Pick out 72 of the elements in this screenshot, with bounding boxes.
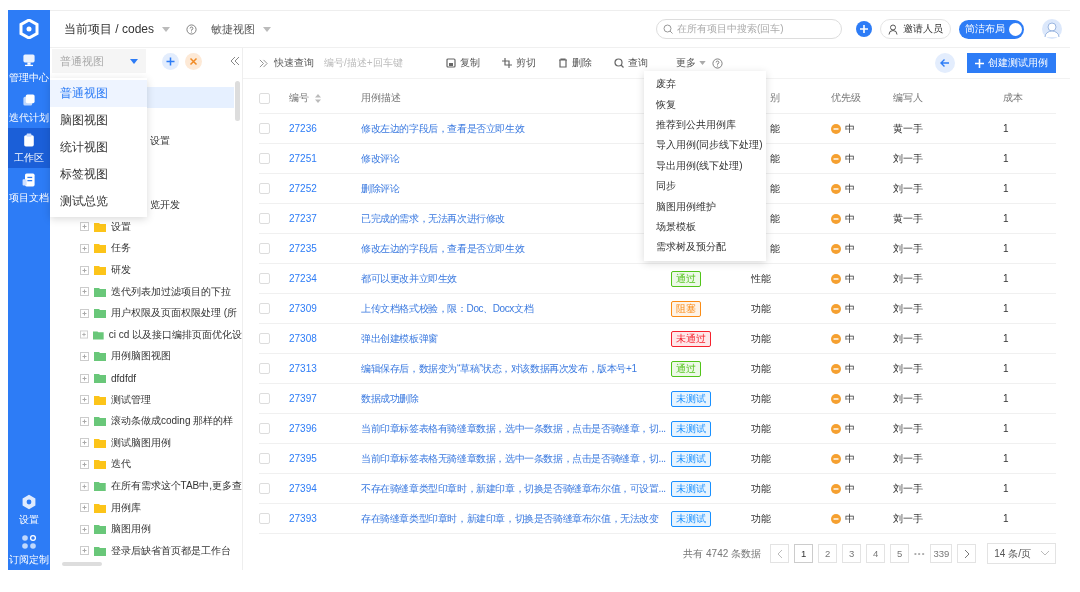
status-tag: 通过 bbox=[671, 270, 701, 287]
table-cell: 刘一手 bbox=[893, 451, 923, 466]
table-cell: 功能 bbox=[751, 361, 771, 376]
table-cell: 性能 bbox=[751, 271, 771, 286]
table-cell: 刘一手 bbox=[893, 511, 923, 526]
table-cell: 刘一手 bbox=[893, 151, 923, 166]
table-cell: 1 bbox=[1003, 393, 1009, 404]
table-cell: 刘一手 bbox=[893, 391, 923, 406]
quick-query-label: 快速查询 bbox=[274, 56, 314, 70]
table-cell: 中 bbox=[845, 511, 855, 526]
table-cell-text: 能 bbox=[769, 241, 780, 256]
table-cell: 1 bbox=[1003, 213, 1009, 224]
table-cell: 功能 bbox=[751, 331, 771, 346]
table-cell: 功能 bbox=[751, 301, 771, 316]
table-cell: 中 bbox=[845, 271, 855, 286]
table-cell: 刘一手 bbox=[893, 481, 923, 496]
table-cell: 中 bbox=[845, 421, 855, 436]
table-cell: 1 bbox=[1003, 123, 1009, 134]
table-cell: 1 bbox=[1003, 483, 1009, 494]
table-cell: 功能 bbox=[751, 421, 771, 436]
table-cell: 中 bbox=[845, 151, 855, 166]
table-cell: 刘一手 bbox=[893, 421, 923, 436]
table-cell: 中 bbox=[845, 331, 855, 346]
table-cell-text: 能 bbox=[769, 151, 780, 166]
table-cell: 刘一手 bbox=[893, 331, 923, 346]
table-cell: 1 bbox=[1003, 243, 1009, 254]
table-cell: 中 bbox=[845, 481, 855, 496]
table-cell-text: 能 bbox=[769, 181, 780, 196]
table-cell: 1 bbox=[1003, 153, 1009, 164]
table-cell: 刘一手 bbox=[893, 181, 923, 196]
column-header: 优先级 bbox=[831, 91, 861, 105]
table-cell: 1 bbox=[1003, 273, 1009, 284]
table-cell: 1 bbox=[1003, 363, 1009, 374]
table-cell: 刘一手 bbox=[893, 241, 923, 256]
column-header: 用例描述 bbox=[361, 91, 401, 105]
status-tag: 未测试 bbox=[671, 450, 711, 467]
status-tag: 未测试 bbox=[671, 510, 711, 527]
table-cell: 中 bbox=[845, 211, 855, 226]
table-cell: 黄一手 bbox=[893, 121, 923, 136]
table-cell: 中 bbox=[845, 451, 855, 466]
table-cell: 功能 bbox=[751, 511, 771, 526]
table-cell-text: 能 bbox=[769, 211, 780, 226]
total-count: 共有 4742 条数据 bbox=[683, 546, 762, 561]
status-tag: 阻塞 bbox=[671, 300, 701, 317]
table-cell: 黄一手 bbox=[893, 211, 923, 226]
table-cell: 中 bbox=[845, 391, 855, 406]
status-tag: 通过 bbox=[671, 360, 701, 377]
column-header: 成本 bbox=[1003, 91, 1023, 105]
status-tag: 未测试 bbox=[671, 390, 711, 407]
table-cell: 中 bbox=[845, 181, 855, 196]
table-cell: 功能 bbox=[751, 391, 771, 406]
table-cell: 功能 bbox=[751, 481, 771, 496]
column-header: 别 bbox=[769, 91, 780, 105]
table-cell: 中 bbox=[845, 121, 855, 136]
table-cell: 刘一手 bbox=[893, 301, 923, 316]
table-cell: 功能 bbox=[751, 451, 771, 466]
table-cell: 中 bbox=[845, 361, 855, 376]
table-cell: 1 bbox=[1003, 513, 1009, 524]
status-tag: 未测试 bbox=[671, 480, 711, 497]
table-cell: 1 bbox=[1003, 183, 1009, 194]
table-cell: 1 bbox=[1003, 423, 1009, 434]
table-cell: 中 bbox=[845, 241, 855, 256]
table-cell: 刘一手 bbox=[893, 271, 923, 286]
table-cell: 刘一手 bbox=[893, 361, 923, 376]
column-header: 编写人 bbox=[893, 91, 923, 105]
table-cell: 1 bbox=[1003, 303, 1009, 314]
table-cell: 1 bbox=[1003, 453, 1009, 464]
table-cell-text: 能 bbox=[769, 121, 780, 136]
status-tag: 未通过 bbox=[671, 330, 711, 347]
table-cell: 1 bbox=[1003, 333, 1009, 344]
status-tag: 未测试 bbox=[671, 420, 711, 437]
table-cell: 中 bbox=[845, 301, 855, 316]
